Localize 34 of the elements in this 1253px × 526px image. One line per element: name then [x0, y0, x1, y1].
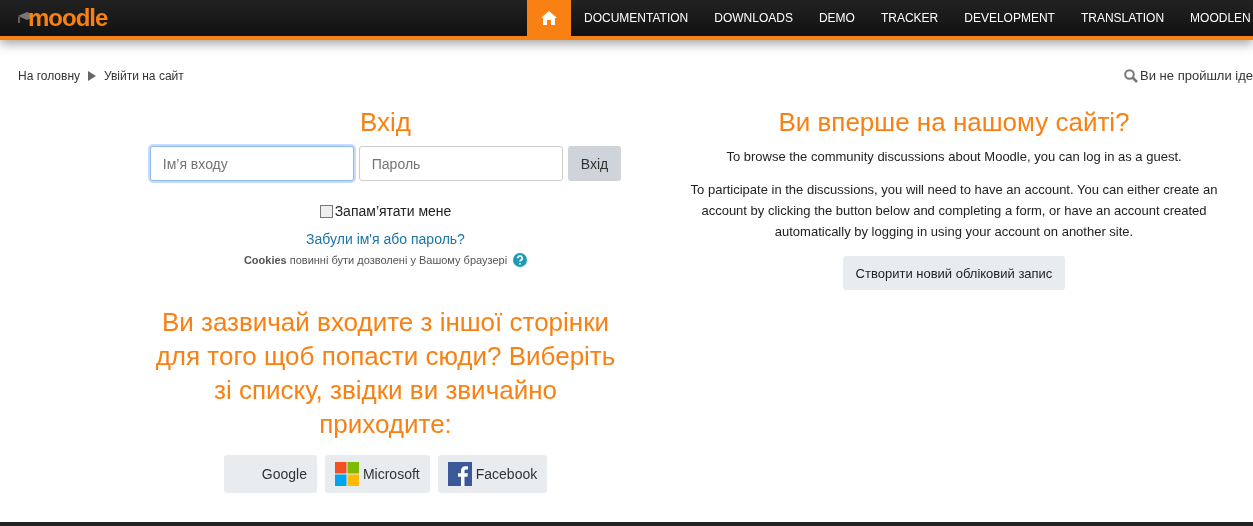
- nav-tab[interactable]: DOCUMENTATION: [571, 0, 702, 36]
- moodle-logo[interactable]: moodle: [28, 4, 108, 32]
- login-button[interactable]: Вхід: [567, 146, 622, 181]
- login-title: Вхід: [360, 107, 411, 138]
- login-status-text: Ви не пройшли іде: [1140, 68, 1253, 83]
- search-icon: [1124, 68, 1139, 83]
- remember-checkbox[interactable]: [319, 204, 333, 218]
- create-account-button[interactable]: Створити новий обліковий запис: [842, 256, 1066, 290]
- home-tab[interactable]: [527, 0, 571, 36]
- breadcrumb-link[interactable]: Увійти на сайт: [104, 68, 184, 83]
- breadcrumb-separator-icon: [88, 70, 96, 81]
- breadcrumb-link[interactable]: На головну: [18, 68, 80, 83]
- info-paragraph: To browse the community discussions about Moodle, you can log in as a guest.: [725, 148, 1183, 166]
- nav-tab[interactable]: MOODLEN: [1177, 0, 1253, 36]
- provider-login-button[interactable]: Microsoft: [324, 455, 430, 493]
- home-icon: [541, 11, 557, 25]
- nav-tab[interactable]: DEMO: [805, 0, 868, 36]
- nav-tab[interactable]: DEVELOPMENT: [951, 0, 1068, 36]
- password-field[interactable]: Пароль: [358, 146, 563, 181]
- cookies-notice: Cookies повинні бути дозволені у Вашому браузері: [243, 254, 508, 266]
- microsoft-logo-icon: [334, 462, 359, 486]
- remember-label: Запам’ятати мене: [334, 203, 452, 219]
- other-site-title: Ви зазвичай входите з іншої сторінки для того щоб попасти сюди? Виберіть зі списку, звідки ви звичайно приходите:: [154, 306, 617, 441]
- nav-tab[interactable]: TRACKER: [867, 0, 952, 36]
- first-time-title: Ви вперше на нашому сайті?: [778, 107, 1130, 138]
- forgot-password-link[interactable]: Забули ім'я або пароль?: [306, 231, 465, 247]
- username-field[interactable]: Ім’я входу: [149, 146, 354, 181]
- info-paragraph: To participate in the discussions, you will need to have an account. You can either create an account by clicking the button below and completing a form, or have an account created automatically by logging in using your account on another site.: [689, 181, 1219, 241]
- facebook-logo-icon: [447, 462, 472, 486]
- provider-login-button[interactable]: Google: [223, 455, 317, 493]
- nav-tab[interactable]: DOWNLOADS: [701, 0, 806, 36]
- help-icon[interactable]: [513, 253, 528, 267]
- nav-tab[interactable]: TRANSLATION: [1067, 0, 1178, 36]
- provider-login-button[interactable]: Facebook: [437, 455, 548, 493]
